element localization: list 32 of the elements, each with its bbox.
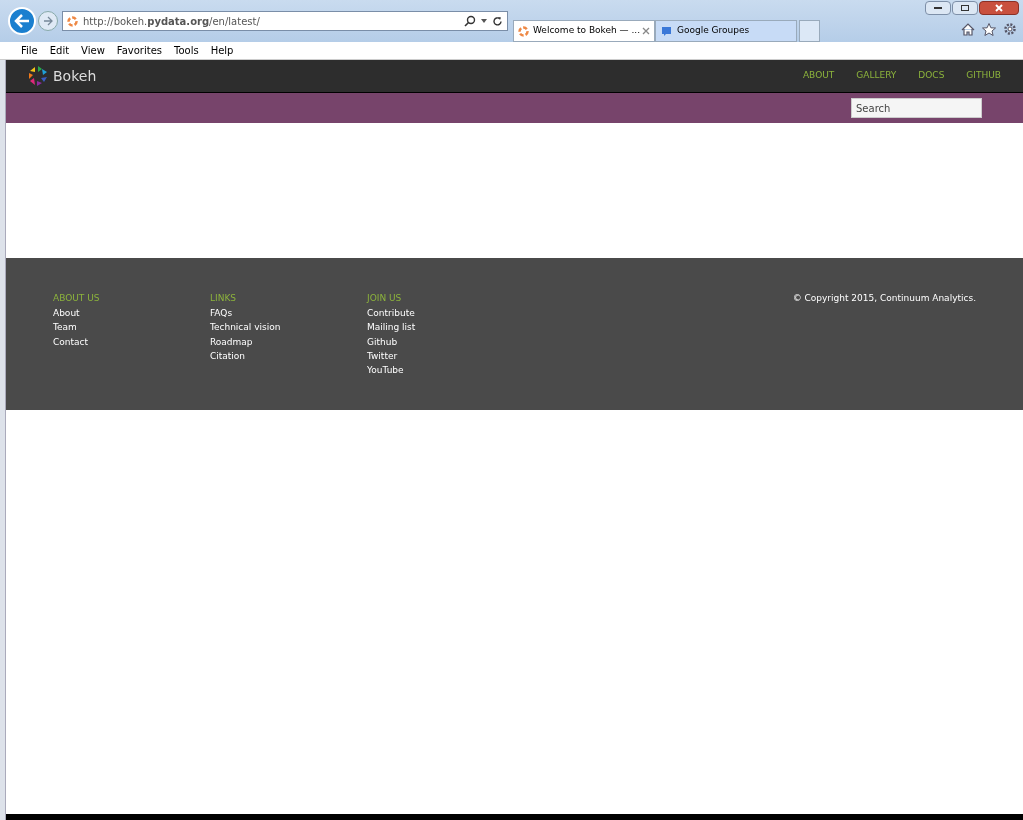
menu-item[interactable]: File [21, 43, 38, 58]
menu-item[interactable]: Favorites [116, 43, 162, 58]
footer-link[interactable]: Twitter [367, 348, 524, 364]
menu-item[interactable]: Help [210, 43, 234, 58]
nav-link[interactable]: GITHUB [966, 69, 1001, 83]
brand-link[interactable]: Bokeh [53, 65, 97, 87]
address-bar[interactable]: http://bokeh.pydata.org/en/latest/ [62, 11, 508, 31]
footer-heading: ABOUT US [53, 292, 101, 305]
footer-link[interactable]: Team [53, 320, 210, 335]
nav-link[interactable]: GALLERY [856, 69, 897, 83]
footer-link[interactable]: Mailing list [367, 320, 524, 335]
footer-link[interactable]: Citation [210, 348, 367, 364]
footer-link[interactable]: Contribute [367, 306, 524, 321]
footer-link[interactable]: About [53, 306, 210, 321]
menu-item[interactable]: Edit [49, 43, 70, 58]
footer-link[interactable]: Roadmap [210, 334, 367, 349]
menu-item[interactable]: Tools [174, 43, 199, 58]
browser-tab[interactable]: Google Groupes [655, 20, 797, 42]
menu-item[interactable]: View [81, 43, 105, 58]
nav-link[interactable]: ABOUT [802, 69, 835, 83]
footer-link[interactable]: FAQs [210, 306, 367, 321]
footer-link[interactable]: Github [367, 334, 524, 349]
footer-link[interactable]: YouTube [367, 363, 524, 378]
footer-link[interactable]: Contact [53, 334, 210, 349]
footer-link[interactable]: Technical vision [210, 320, 367, 335]
copyright-text: © Copyright 2015, Continuum Analytics. [792, 292, 976, 305]
footer-heading: JOIN US [367, 292, 403, 305]
browser-tab[interactable]: Welcome to Bokeh — ... [513, 20, 655, 42]
url-text: http://bokeh.pydata.org/en/latest/ [83, 14, 261, 29]
nav-link[interactable]: DOCS [918, 69, 945, 83]
footer-heading: LINKS [210, 292, 237, 305]
search-field[interactable]: Search [851, 98, 982, 118]
